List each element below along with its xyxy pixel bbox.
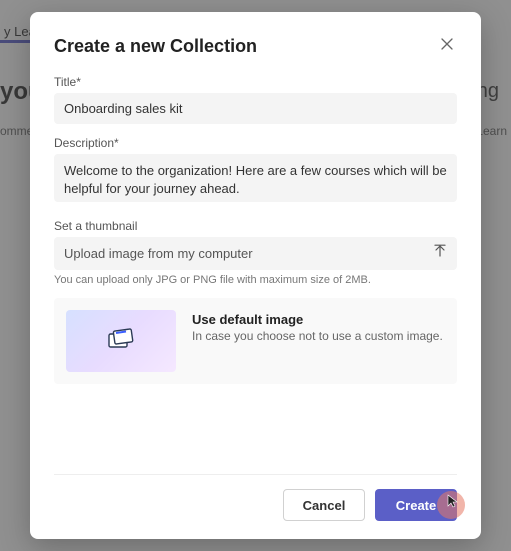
upload-text: Upload image from my computer (64, 246, 253, 261)
default-image-text: Use default image In case you choose not… (192, 310, 443, 343)
description-input[interactable] (54, 154, 457, 202)
modal-title: Create a new Collection (54, 36, 257, 57)
close-icon (441, 37, 453, 55)
thumbnail-label: Set a thumbnail (54, 219, 457, 233)
title-field-group: Title* (54, 75, 457, 124)
default-image-card[interactable]: Use default image In case you choose not… (54, 298, 457, 384)
create-collection-modal: Create a new Collection Title* Descripti… (30, 12, 481, 539)
modal-header: Create a new Collection (54, 36, 457, 57)
cancel-button[interactable]: Cancel (283, 489, 365, 521)
create-button[interactable]: Create (375, 489, 457, 521)
default-image-subtitle: In case you choose not to use a custom i… (192, 329, 443, 343)
upload-arrow-icon (433, 244, 447, 263)
title-input[interactable] (54, 93, 457, 124)
thumbnail-field-group: Set a thumbnail Upload image from my com… (54, 219, 457, 384)
description-label: Description* (54, 136, 457, 150)
close-button[interactable] (437, 36, 457, 56)
default-image-title: Use default image (192, 312, 443, 327)
upload-image-button[interactable]: Upload image from my computer (54, 237, 457, 270)
cards-icon (106, 327, 136, 356)
modal-footer: Cancel Create (54, 474, 457, 521)
default-thumbnail-preview (66, 310, 176, 372)
title-label: Title* (54, 75, 457, 89)
description-field-group: Description* (54, 136, 457, 207)
modal-body: Title* Description* Set a thumbnail Uplo… (54, 75, 457, 474)
upload-helper-text: You can upload only JPG or PNG file with… (54, 274, 457, 286)
